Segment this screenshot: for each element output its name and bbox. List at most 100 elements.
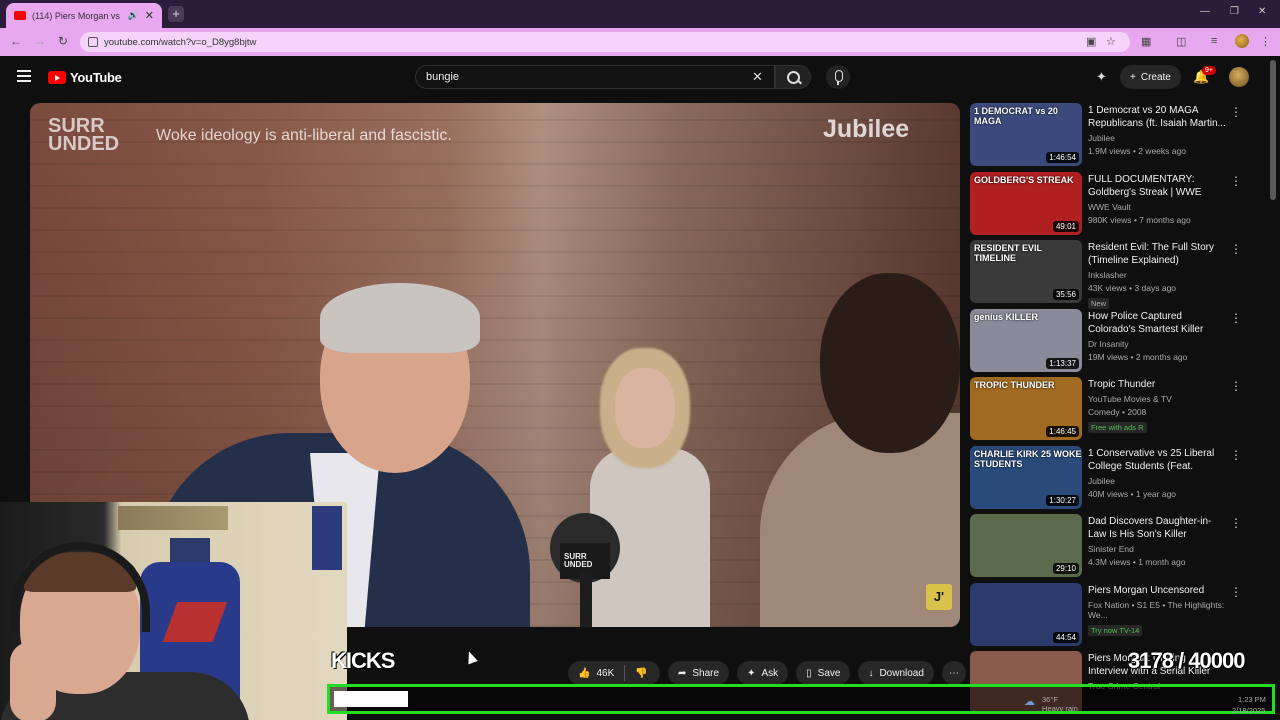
create-button[interactable]: + Create bbox=[1120, 65, 1181, 89]
video-thumbnail[interactable]: TROPIC THUNDER 1:46:45 bbox=[970, 377, 1082, 440]
recommendation-title[interactable]: Dad Discovers Daughter-in-Law Is His Son… bbox=[1088, 515, 1228, 541]
dislike-button[interactable]: 👎 bbox=[625, 661, 657, 685]
channel-name[interactable]: Jubilee bbox=[1088, 133, 1228, 143]
account-avatar[interactable] bbox=[1229, 67, 1249, 87]
recommendation-meta: Dad Discovers Daughter-in-Law Is His Son… bbox=[1088, 515, 1228, 567]
plus-icon: + bbox=[1130, 71, 1136, 83]
forward-icon[interactable]: → bbox=[34, 34, 46, 48]
kicks-goal-counter: 3178 / 40000 bbox=[1128, 648, 1245, 673]
video-microphone: SURR UNDED bbox=[540, 513, 630, 627]
recommendation-badge: Try now TV-14 bbox=[1088, 624, 1143, 636]
close-window-icon[interactable]: ✕ bbox=[1258, 6, 1266, 17]
recommendation-item[interactable]: 44:54 Piers Morgan Uncensored Fox Nation… bbox=[970, 582, 1270, 647]
channel-name[interactable]: Sinister End bbox=[1088, 544, 1228, 554]
video-thumbnail[interactable]: RESIDENT EVIL TIMELINE 35:56 bbox=[970, 240, 1082, 303]
more-options-icon[interactable]: ⋮ bbox=[1230, 585, 1242, 599]
more-options-icon[interactable]: ⋮ bbox=[1230, 174, 1242, 188]
more-horizontal-icon: ⋯ bbox=[948, 667, 959, 679]
extensions-icon[interactable]: ▦ bbox=[1141, 35, 1151, 48]
browser-profile-avatar[interactable] bbox=[1235, 34, 1249, 48]
more-actions-button[interactable]: ⋯ bbox=[941, 661, 966, 685]
like-button[interactable]: 👍 46K bbox=[568, 661, 624, 685]
video-thumbnail[interactable]: 44:54 bbox=[970, 582, 1082, 646]
menu-kebab-icon[interactable]: ⋮ bbox=[1260, 35, 1271, 48]
thumbnail-text: TROPIC THUNDER bbox=[974, 380, 1055, 390]
create-label: Create bbox=[1140, 71, 1171, 83]
video-thumbnail[interactable]: GOLDBERG'S STREAK 49:01 bbox=[970, 171, 1082, 235]
action-bar: ➦ Share ✦ Ask ▯ Save ↓ Download ⋯ bbox=[668, 661, 966, 685]
downloads-icon[interactable]: ≡ bbox=[1211, 35, 1217, 47]
search-input[interactable] bbox=[426, 71, 774, 83]
new-tab-button[interactable]: + bbox=[168, 6, 184, 22]
channel-name[interactable]: YouTube Movies & TV bbox=[1088, 394, 1228, 404]
hamburger-menu-icon[interactable] bbox=[17, 70, 31, 82]
search-button[interactable] bbox=[775, 65, 811, 89]
recommendation-title[interactable]: How Police Captured Colorado's Smartest … bbox=[1088, 310, 1228, 336]
download-button[interactable]: ↓ Download bbox=[858, 661, 934, 685]
recommendation-title[interactable]: Resident Evil: The Full Story (Timeline … bbox=[1088, 241, 1228, 267]
share-icon: ➦ bbox=[678, 667, 687, 679]
speaker-icon[interactable]: 🔊 bbox=[128, 10, 139, 21]
recommendation-title[interactable]: 1 Conservative vs 25 Liberal College Stu… bbox=[1088, 447, 1228, 473]
recommendation-item[interactable]: genius KILLER 1:13:37 How Police Capture… bbox=[970, 308, 1270, 373]
video-thumbnail[interactable]: CHARLIE KIRK 25 WOKE STUDENTS 1:30:27 bbox=[970, 445, 1082, 509]
recommendation-item[interactable]: 1 DEMOCRAT vs 20 MAGA 1:46:54 1 Democrat… bbox=[970, 103, 1270, 167]
recommendation-title[interactable]: Tropic Thunder bbox=[1088, 378, 1228, 391]
share-button[interactable]: ➦ Share bbox=[668, 661, 730, 685]
channel-name[interactable]: Fox Nation • S1 E5 • The Highlights: We.… bbox=[1088, 600, 1228, 620]
clear-search-icon[interactable]: ✕ bbox=[752, 69, 763, 85]
channel-name[interactable]: Inkslasher bbox=[1088, 270, 1228, 280]
reload-icon[interactable]: ↻ bbox=[58, 34, 68, 48]
recommendation-item[interactable]: 29:10 Dad Discovers Daughter-in-Law Is H… bbox=[970, 514, 1270, 578]
back-icon[interactable]: ← bbox=[10, 34, 22, 48]
close-tab-icon[interactable]: ✕ bbox=[145, 9, 154, 22]
view-info: 19M views • 2 months ago bbox=[1088, 351, 1188, 362]
video-thumbnail[interactable]: 29:10 bbox=[970, 514, 1082, 577]
ask-button[interactable]: ✦ Ask bbox=[737, 661, 789, 685]
youtube-logo[interactable]: YouTube bbox=[48, 70, 122, 85]
recommendations-sidebar: 1 DEMOCRAT vs 20 MAGA 1:46:54 1 Democrat… bbox=[970, 103, 1270, 714]
more-options-icon[interactable]: ⋮ bbox=[1230, 105, 1242, 119]
video-thumbnail[interactable]: genius KILLER 1:13:37 bbox=[970, 308, 1082, 372]
recommendation-meta: FULL DOCUMENTARY: Goldberg's Streak | WW… bbox=[1088, 173, 1228, 225]
more-options-icon[interactable]: ⋮ bbox=[1230, 379, 1242, 393]
more-options-icon[interactable]: ⋮ bbox=[1230, 242, 1242, 256]
channel-badge[interactable]: J' bbox=[926, 584, 952, 610]
studio-icon[interactable]: ✦ bbox=[1096, 69, 1107, 85]
voice-search-icon[interactable] bbox=[826, 65, 850, 89]
duration-badge: 49:01 bbox=[1052, 220, 1079, 232]
recommendation-meta: 1 Conservative vs 25 Liberal College Stu… bbox=[1088, 447, 1228, 499]
address-bar[interactable]: youtube.com/watch?v=o_D8yg8bjtw bbox=[80, 32, 1130, 52]
search-box[interactable] bbox=[415, 65, 775, 89]
browser-tab[interactable]: (114) Piers Morgan vs 20 W 🔊 ✕ bbox=[6, 3, 162, 28]
recommendation-item[interactable]: RESIDENT EVIL TIMELINE 35:56 Resident Ev… bbox=[970, 240, 1270, 309]
goal-progress-fill bbox=[334, 691, 408, 707]
browser-tab-bar: (114) Piers Morgan vs 20 W 🔊 ✕ + — ❐ ✕ bbox=[0, 0, 1280, 28]
save-button[interactable]: ▯ Save bbox=[796, 661, 851, 685]
page-scrollbar[interactable] bbox=[1270, 60, 1276, 200]
duration-badge: 1:46:54 bbox=[1046, 152, 1079, 163]
recommendation-item[interactable]: TROPIC THUNDER 1:46:45 Tropic Thunder Yo… bbox=[970, 377, 1270, 441]
recommendation-title[interactable]: Piers Morgan Uncensored bbox=[1088, 584, 1228, 597]
restore-icon[interactable]: ❐ bbox=[1230, 6, 1239, 17]
video-thumbnail[interactable]: 1 DEMOCRAT vs 20 MAGA 1:46:54 bbox=[970, 103, 1082, 166]
minimize-icon[interactable]: — bbox=[1200, 6, 1210, 17]
site-info-icon[interactable] bbox=[88, 37, 98, 47]
channel-name[interactable]: Jubilee bbox=[1088, 476, 1228, 486]
recommendation-title[interactable]: FULL DOCUMENTARY: Goldberg's Streak | WW… bbox=[1088, 173, 1228, 199]
thumbnail-text: GOLDBERG'S STREAK bbox=[974, 174, 1074, 185]
recommendation-title[interactable]: 1 Democrat vs 20 MAGA Republicans (ft. I… bbox=[1088, 104, 1228, 130]
bookmark-star-icon[interactable]: ☆ bbox=[1106, 35, 1116, 48]
goal-progress-bar bbox=[327, 684, 1275, 714]
recommendation-item[interactable]: GOLDBERG'S STREAK 49:01 FULL DOCUMENTARY… bbox=[970, 171, 1270, 236]
channel-name[interactable]: WWE Vault bbox=[1088, 202, 1228, 212]
recommendation-item[interactable]: CHARLIE KIRK 25 WOKE STUDENTS 1:30:27 1 … bbox=[970, 445, 1270, 510]
duration-badge: 1:13:37 bbox=[1046, 357, 1079, 369]
sidepanel-icon[interactable]: ◫ bbox=[1176, 35, 1186, 48]
more-options-icon[interactable]: ⋮ bbox=[1230, 448, 1242, 462]
view-info: Comedy • 2008 bbox=[1088, 407, 1147, 417]
install-icon[interactable]: ▣ bbox=[1086, 35, 1096, 48]
more-options-icon[interactable]: ⋮ bbox=[1230, 311, 1242, 325]
channel-name[interactable]: Dr Insanity bbox=[1088, 339, 1228, 349]
more-options-icon[interactable]: ⋮ bbox=[1230, 516, 1242, 530]
